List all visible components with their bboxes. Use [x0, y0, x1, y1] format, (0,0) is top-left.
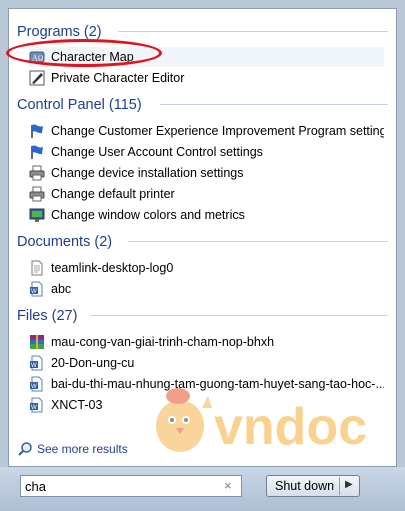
programs-group-header[interactable]: Programs (2) [17, 22, 102, 42]
see-more-results-label: See more results [37, 442, 128, 456]
action-center-flag-icon [29, 144, 45, 160]
control-panel-item-label: Change device installation settings [51, 166, 244, 180]
file-item-label: mau-cong-van-giai-trinh-cham-nop-bhxh [51, 335, 275, 349]
program-item-character-map[interactable]: AΩ Character Map [29, 47, 384, 67]
svg-text:W: W [31, 405, 37, 411]
group-divider [160, 104, 388, 105]
svg-text:W: W [31, 289, 37, 295]
see-more-results-link[interactable]: See more results [17, 441, 128, 457]
program-item-label: Private Character Editor [51, 71, 185, 85]
control-panel-item-label: Change User Account Control settings [51, 145, 263, 159]
files-group-label: Files (27) [17, 308, 78, 324]
program-item-private-character-editor[interactable]: Private Character Editor [29, 68, 384, 88]
control-panel-group-header[interactable]: Control Panel (115) [17, 95, 142, 115]
private-character-editor-icon [29, 70, 45, 86]
chevron-right-icon[interactable]: ▶ [345, 479, 353, 490]
file-item-label: 20-Don-ung-cu [51, 356, 135, 370]
control-panel-item-label: Change window colors and metrics [51, 208, 245, 222]
vndoc-watermark-logo: vndoc [156, 388, 367, 456]
svg-text:W: W [31, 384, 37, 390]
document-item-label: abc [51, 282, 72, 296]
clear-x-icon[interactable]: × [224, 479, 232, 493]
action-center-flag-icon [29, 123, 45, 139]
group-divider [118, 31, 388, 32]
control-panel-item-device-installation[interactable]: Change device installation settings [29, 163, 384, 183]
word-document-icon: W [29, 281, 45, 297]
printer-icon [29, 186, 45, 202]
file-item-mau-cong-van[interactable]: mau-cong-van-giai-trinh-cham-nop-bhxh [29, 332, 384, 352]
shut-down-separator [339, 477, 340, 495]
document-item-teamlink-log[interactable]: teamlink-desktop-log0 [29, 258, 384, 278]
document-item-abc[interactable]: W abc [29, 279, 384, 299]
search-input[interactable] [20, 475, 242, 497]
svg-text:W: W [31, 363, 37, 369]
control-panel-item-default-printer[interactable]: Change default printer [29, 184, 384, 204]
character-map-icon: AΩ [29, 49, 45, 65]
document-item-label: teamlink-desktop-log0 [51, 261, 174, 275]
svg-text:Ω: Ω [38, 55, 43, 63]
control-panel-item-ceip[interactable]: Change Customer Experience Improvement P… [29, 121, 384, 141]
program-item-label: Character Map [51, 50, 134, 64]
control-panel-item-uac[interactable]: Change User Account Control settings [29, 142, 384, 162]
programs-group-label: Programs (2) [17, 24, 102, 40]
word-document-icon: W [29, 397, 45, 413]
control-panel-group-label: Control Panel (115) [17, 97, 142, 113]
winrar-archive-icon [29, 334, 45, 350]
group-divider [128, 241, 388, 242]
files-group-header[interactable]: Files (27) [17, 306, 77, 326]
control-panel-item-label: Change Customer Experience Improvement P… [51, 124, 384, 138]
word-document-icon: W [29, 355, 45, 371]
text-file-icon [29, 260, 45, 276]
control-panel-item-label: Change default printer [51, 187, 175, 201]
display-icon [29, 207, 45, 223]
shut-down-button[interactable]: Shut down ▶ [266, 475, 360, 497]
word-document-icon: W [29, 376, 45, 392]
group-divider [90, 315, 388, 316]
documents-group-header[interactable]: Documents (2) [17, 232, 112, 252]
shut-down-label: Shut down [275, 479, 335, 493]
file-item-20-don-ung-cu[interactable]: W 20-Don-ung-cu [29, 353, 384, 373]
documents-group-label: Documents (2) [17, 234, 113, 250]
watermark-text: vndoc [214, 398, 367, 456]
file-item-label: XNCT-03 [51, 398, 103, 412]
printer-icon [29, 165, 45, 181]
magnifier-icon [17, 441, 33, 457]
chick-mascot-icon [156, 388, 212, 452]
control-panel-item-window-colors[interactable]: Change window colors and metrics [29, 205, 384, 225]
